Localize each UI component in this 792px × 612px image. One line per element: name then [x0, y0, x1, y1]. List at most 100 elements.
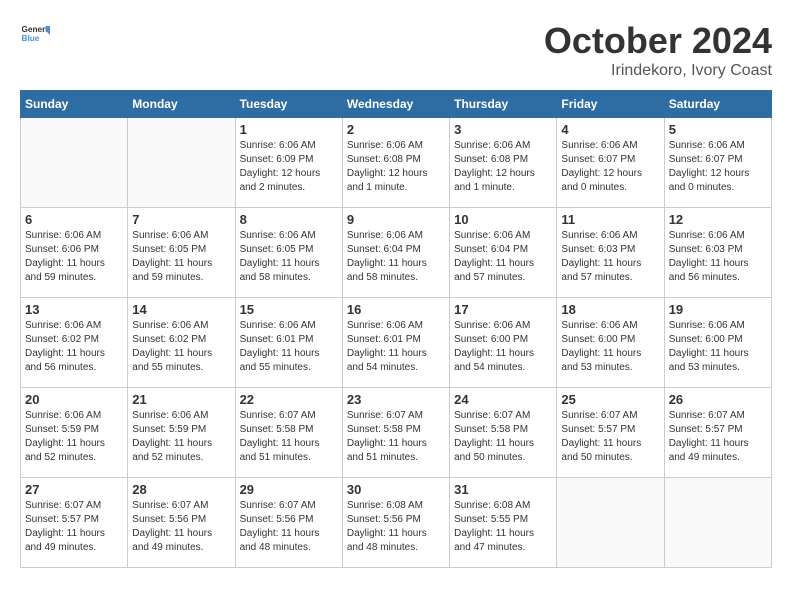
calendar-cell: 29 Sunrise: 6:07 AM Sunset: 5:56 PM Dayli…: [235, 478, 342, 568]
day-info: Sunrise: 6:06 AM Sunset: 6:02 PM Dayligh…: [132, 319, 230, 375]
calendar-cell: 16 Sunrise: 6:06 AM Sunset: 6:01 PM Dayli…: [342, 298, 449, 388]
day-info: Sunrise: 6:06 AM Sunset: 6:04 PM Dayligh…: [454, 229, 552, 285]
day-number: 8: [240, 212, 338, 227]
calendar-cell: 19Sunrise: 6:06 AM Sunset: 6:00 PM Dayli…: [664, 298, 771, 388]
calendar-cell: 3Sunrise: 6:06 AM Sunset: 6:08 PM Daylig…: [450, 118, 557, 208]
logo: General Blue: [20, 20, 50, 50]
calendar-cell: 20 Sunrise: 6:06 AM Sunset: 5:59 PM Dayli…: [21, 388, 128, 478]
calendar-cell: 2 Sunrise: 6:06 AM Sunset: 6:08 PM Daylig…: [342, 118, 449, 208]
day-info: Sunrise: 6:06 AM Sunset: 6:01 PM Dayligh…: [347, 319, 445, 375]
month-title: October 2024: [544, 20, 772, 62]
calendar-cell: 17Sunrise: 6:06 AM Sunset: 6:00 PM Dayli…: [450, 298, 557, 388]
calendar-cell: 23 Sunrise: 6:07 AM Sunset: 5:58 PM Dayli…: [342, 388, 449, 478]
day-number: 29: [240, 482, 338, 497]
weekday-header-sunday: Sunday: [21, 91, 128, 118]
day-number: 25: [561, 392, 659, 407]
day-info: Sunrise: 6:06 AM Sunset: 6:00 PM Dayligh…: [561, 319, 659, 375]
day-info: Sunrise: 6:07 AM Sunset: 5:57 PM Dayligh…: [669, 409, 767, 465]
week-row-3: 13 Sunrise: 6:06 AM Sunset: 6:02 PM Dayli…: [21, 298, 772, 388]
calendar-cell: 28 Sunrise: 6:07 AM Sunset: 5:56 PM Dayli…: [128, 478, 235, 568]
weekday-header-row: SundayMondayTuesdayWednesdayThursdayFrid…: [21, 91, 772, 118]
day-info: Sunrise: 6:06 AM Sunset: 6:09 PM Dayligh…: [240, 139, 338, 195]
day-number: 14: [132, 302, 230, 317]
week-row-5: 27 Sunrise: 6:07 AM Sunset: 5:57 PM Dayli…: [21, 478, 772, 568]
day-info: Sunrise: 6:07 AM Sunset: 5:57 PM Dayligh…: [25, 499, 123, 555]
day-info: Sunrise: 6:06 AM Sunset: 6:02 PM Dayligh…: [25, 319, 123, 375]
calendar-cell: 1 Sunrise: 6:06 AM Sunset: 6:09 PM Daylig…: [235, 118, 342, 208]
day-info: Sunrise: 6:08 AM Sunset: 5:55 PM Dayligh…: [454, 499, 552, 555]
day-info: Sunrise: 6:06 AM Sunset: 5:59 PM Dayligh…: [25, 409, 123, 465]
calendar-cell: 5 Sunrise: 6:06 AM Sunset: 6:07 PM Daylig…: [664, 118, 771, 208]
weekday-header-tuesday: Tuesday: [235, 91, 342, 118]
day-number: 10: [454, 212, 552, 227]
day-number: 27: [25, 482, 123, 497]
day-info: Sunrise: 6:06 AM Sunset: 5:59 PM Dayligh…: [132, 409, 230, 465]
calendar-cell: 27 Sunrise: 6:07 AM Sunset: 5:57 PM Dayli…: [21, 478, 128, 568]
calendar-cell: 4Sunrise: 6:06 AM Sunset: 6:07 PM Daylig…: [557, 118, 664, 208]
day-number: 20: [25, 392, 123, 407]
calendar-cell: 31Sunrise: 6:08 AM Sunset: 5:55 PM Dayli…: [450, 478, 557, 568]
weekday-header-thursday: Thursday: [450, 91, 557, 118]
calendar-cell: [664, 478, 771, 568]
day-number: 18: [561, 302, 659, 317]
calendar-cell: 13 Sunrise: 6:06 AM Sunset: 6:02 PM Dayli…: [21, 298, 128, 388]
calendar-cell: 22Sunrise: 6:07 AM Sunset: 5:58 PM Dayli…: [235, 388, 342, 478]
day-info: Sunrise: 6:07 AM Sunset: 5:57 PM Dayligh…: [561, 409, 659, 465]
day-info: Sunrise: 6:06 AM Sunset: 6:07 PM Dayligh…: [669, 139, 767, 195]
day-info: Sunrise: 6:07 AM Sunset: 5:58 PM Dayligh…: [454, 409, 552, 465]
day-info: Sunrise: 6:06 AM Sunset: 6:05 PM Dayligh…: [240, 229, 338, 285]
day-info: Sunrise: 6:06 AM Sunset: 6:08 PM Dayligh…: [454, 139, 552, 195]
day-info: Sunrise: 6:06 AM Sunset: 6:01 PM Dayligh…: [240, 319, 338, 375]
calendar-cell: [557, 478, 664, 568]
week-row-1: 1 Sunrise: 6:06 AM Sunset: 6:09 PM Daylig…: [21, 118, 772, 208]
location-title: Irindekoro, Ivory Coast: [544, 62, 772, 80]
day-number: 21: [132, 392, 230, 407]
day-info: Sunrise: 6:07 AM Sunset: 5:56 PM Dayligh…: [240, 499, 338, 555]
day-info: Sunrise: 6:06 AM Sunset: 6:08 PM Dayligh…: [347, 139, 445, 195]
calendar-cell: [21, 118, 128, 208]
day-number: 2: [347, 122, 445, 137]
day-info: Sunrise: 6:06 AM Sunset: 6:06 PM Dayligh…: [25, 229, 123, 285]
calendar-cell: 26 Sunrise: 6:07 AM Sunset: 5:57 PM Dayli…: [664, 388, 771, 478]
calendar-cell: 7 Sunrise: 6:06 AM Sunset: 6:05 PM Daylig…: [128, 208, 235, 298]
day-info: Sunrise: 6:06 AM Sunset: 6:05 PM Dayligh…: [132, 229, 230, 285]
day-info: Sunrise: 6:06 AM Sunset: 6:03 PM Dayligh…: [669, 229, 767, 285]
weekday-header-friday: Friday: [557, 91, 664, 118]
calendar-cell: 21 Sunrise: 6:06 AM Sunset: 5:59 PM Dayli…: [128, 388, 235, 478]
day-info: Sunrise: 6:06 AM Sunset: 6:04 PM Dayligh…: [347, 229, 445, 285]
day-number: 6: [25, 212, 123, 227]
day-number: 26: [669, 392, 767, 407]
day-number: 30: [347, 482, 445, 497]
calendar-cell: 11Sunrise: 6:06 AM Sunset: 6:03 PM Dayli…: [557, 208, 664, 298]
day-number: 13: [25, 302, 123, 317]
day-number: 24: [454, 392, 552, 407]
calendar-cell: 6 Sunrise: 6:06 AM Sunset: 6:06 PM Daylig…: [21, 208, 128, 298]
title-section: October 2024 Irindekoro, Ivory Coast: [544, 20, 772, 80]
day-info: Sunrise: 6:07 AM Sunset: 5:56 PM Dayligh…: [132, 499, 230, 555]
calendar-cell: 10 Sunrise: 6:06 AM Sunset: 6:04 PM Dayli…: [450, 208, 557, 298]
day-info: Sunrise: 6:06 AM Sunset: 6:00 PM Dayligh…: [669, 319, 767, 375]
week-row-2: 6 Sunrise: 6:06 AM Sunset: 6:06 PM Daylig…: [21, 208, 772, 298]
calendar-cell: 18 Sunrise: 6:06 AM Sunset: 6:00 PM Dayli…: [557, 298, 664, 388]
calendar-cell: 9 Sunrise: 6:06 AM Sunset: 6:04 PM Daylig…: [342, 208, 449, 298]
day-number: 23: [347, 392, 445, 407]
day-number: 5: [669, 122, 767, 137]
day-info: Sunrise: 6:07 AM Sunset: 5:58 PM Dayligh…: [347, 409, 445, 465]
calendar-cell: 30 Sunrise: 6:08 AM Sunset: 5:56 PM Dayli…: [342, 478, 449, 568]
day-number: 15: [240, 302, 338, 317]
day-number: 1: [240, 122, 338, 137]
day-number: 7: [132, 212, 230, 227]
day-info: Sunrise: 6:06 AM Sunset: 6:03 PM Dayligh…: [561, 229, 659, 285]
calendar-cell: 12Sunrise: 6:06 AM Sunset: 6:03 PM Dayli…: [664, 208, 771, 298]
day-number: 16: [347, 302, 445, 317]
day-number: 22: [240, 392, 338, 407]
generalblue-icon: General Blue: [20, 20, 50, 50]
calendar-cell: 15 Sunrise: 6:06 AM Sunset: 6:01 PM Dayli…: [235, 298, 342, 388]
weekday-header-saturday: Saturday: [664, 91, 771, 118]
calendar-cell: 25 Sunrise: 6:07 AM Sunset: 5:57 PM Dayli…: [557, 388, 664, 478]
svg-text:Blue: Blue: [22, 34, 40, 43]
day-number: 9: [347, 212, 445, 227]
day-number: 28: [132, 482, 230, 497]
week-row-4: 20 Sunrise: 6:06 AM Sunset: 5:59 PM Dayli…: [21, 388, 772, 478]
day-info: Sunrise: 6:08 AM Sunset: 5:56 PM Dayligh…: [347, 499, 445, 555]
